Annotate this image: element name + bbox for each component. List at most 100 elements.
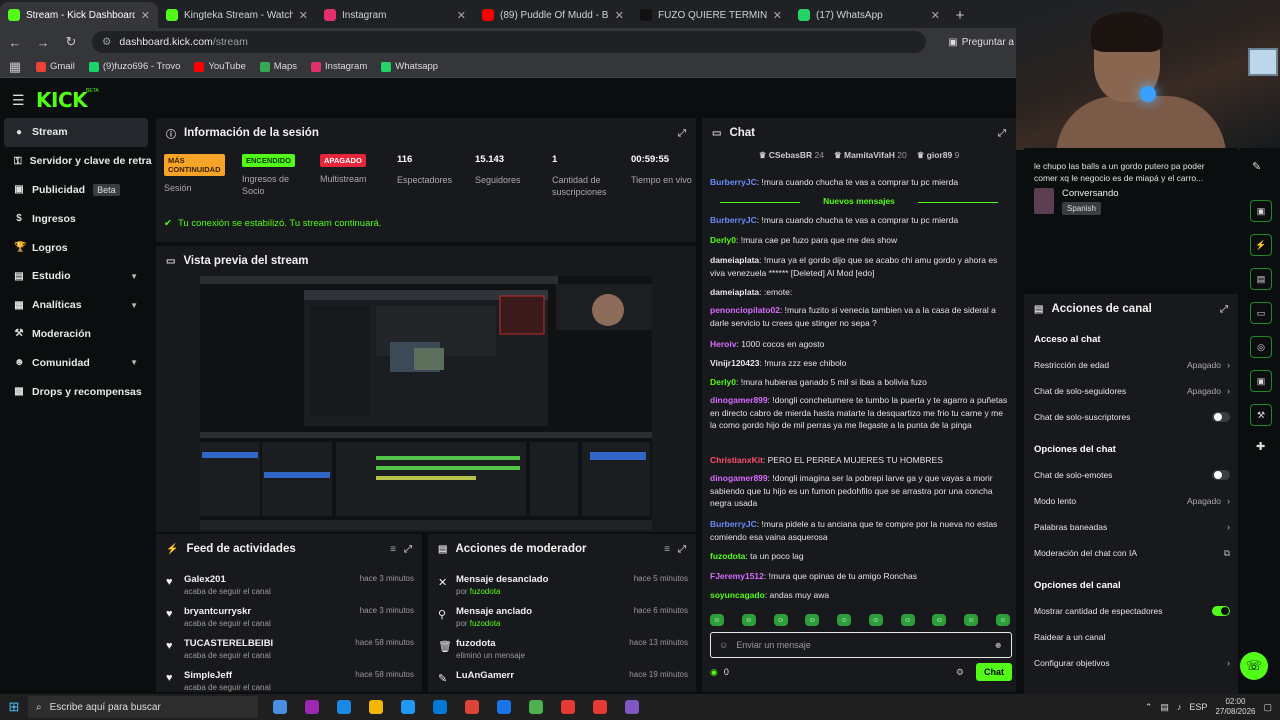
chat-username[interactable]: dinogamer899 (710, 473, 768, 483)
close-icon[interactable]: ✕ (773, 9, 782, 22)
chat-username[interactable]: Vinijr120423 (710, 358, 759, 368)
language-indicator[interactable]: ESP (1189, 702, 1207, 712)
channel-setting-row[interactable]: Mostrar cantidad de espectadores (1034, 604, 1230, 618)
close-icon[interactable]: ✕ (931, 9, 940, 22)
browser-tab[interactable]: Stream - Kick Dashboard ✕ (0, 2, 158, 28)
notifications-icon[interactable]: ▢ (1263, 702, 1272, 713)
close-icon[interactable]: ✕ (299, 9, 308, 22)
apps-grid-icon[interactable]: ▦ (8, 59, 22, 75)
expand-icon[interactable]: ⤢ (678, 544, 686, 555)
bookmark[interactable]: Whatsapp (381, 61, 438, 72)
gifter[interactable]: ♛ MamitaVifaH 20 (834, 150, 907, 166)
taskbar-app-icon[interactable] (264, 700, 296, 714)
network-icon[interactable]: ▤ (1160, 702, 1169, 713)
chat-username[interactable]: Heroiv (710, 339, 736, 349)
channel-setting-row[interactable]: Moderación del chat con IA ⧉ (1034, 546, 1230, 560)
target-icon[interactable]: ◎ (1250, 336, 1272, 358)
support-chat-button[interactable]: ☏ (1240, 652, 1268, 680)
volume-icon[interactable]: ♪ (1177, 702, 1182, 712)
chat-username[interactable]: dameiaplata (710, 287, 759, 297)
sidebar-item[interactable]: $ Ingresos (0, 204, 152, 233)
list-icon[interactable]: ▤ (1250, 268, 1272, 290)
taskbar-app-icon[interactable] (584, 700, 616, 714)
chevron-down-icon[interactable]: ▼ (130, 301, 138, 310)
site-info-icon[interactable]: ⚙ (102, 36, 111, 48)
bookmark[interactable]: YouTube (194, 61, 246, 72)
channel-setting-row[interactable]: Chat de solo-seguidores Apagado › (1034, 384, 1230, 398)
taskbar-search[interactable]: ⌕ Escribe aquí para buscar (28, 696, 258, 718)
moderator-name[interactable]: fuzodota (470, 587, 501, 596)
close-icon[interactable]: ✕ (457, 9, 466, 22)
feed-username[interactable]: Galex201 (184, 574, 226, 585)
chat-username[interactable]: penonciopilato02 (710, 305, 780, 315)
external-link-icon[interactable]: ⧉ (1224, 548, 1230, 559)
emote-picker-icon[interactable]: ☺ (719, 640, 728, 650)
address-bar[interactable]: ⚙ dashboard.kick.com/stream (92, 31, 927, 53)
chevron-right-icon[interactable]: › (1227, 360, 1230, 370)
chevron-down-icon[interactable]: ▼ (130, 272, 138, 281)
taskbar-app-icon[interactable] (616, 700, 648, 714)
close-icon[interactable]: ✕ (615, 9, 624, 22)
sidebar-item[interactable]: ▩ Drops y recompensas (0, 377, 152, 406)
lightning-icon[interactable]: ⚡ (1250, 234, 1272, 256)
browser-tab[interactable]: (17) WhatsApp ✕ (790, 2, 948, 28)
chevron-right-icon[interactable]: › (1227, 496, 1230, 506)
chat-input[interactable]: ☺ Enviar un mensaje ☻ (710, 632, 1012, 658)
close-icon[interactable]: ✕ (141, 9, 150, 22)
expand-icon[interactable]: ⤢ (678, 128, 686, 139)
emote-icon[interactable]: ☺ (964, 614, 979, 626)
conversation-card[interactable]: Conversando Spanish (1034, 188, 1119, 215)
chat-icon[interactable]: ▭ (1250, 302, 1272, 324)
sidebar-item[interactable]: ☻ Comunidad ▼ (0, 348, 152, 377)
chat-username[interactable]: BurberryJC (710, 519, 757, 529)
expand-icon[interactable]: ⤢ (998, 128, 1006, 139)
feed-username[interactable]: TUCASTERELBEIBI (184, 638, 273, 649)
channel-setting-row[interactable]: Chat de solo-suscriptores (1034, 410, 1230, 424)
emote-icon[interactable]: ☺ (995, 614, 1010, 626)
toggle-switch[interactable] (1212, 606, 1230, 616)
ask-button[interactable]: ▣ Preguntar a (948, 37, 1014, 48)
chat-username[interactable]: Derly0 (710, 235, 736, 245)
emote-icon[interactable]: ☺ (837, 614, 852, 626)
chevron-right-icon[interactable]: › (1227, 522, 1230, 532)
hammer-icon[interactable]: ⚒ (1250, 404, 1272, 426)
chat-username[interactable]: Derly0 (710, 377, 736, 387)
sidebar-item[interactable]: ⚒ Moderación (0, 320, 152, 349)
emote-icon[interactable]: ☺ (900, 614, 915, 626)
filter-icon[interactable]: ≡ (390, 544, 396, 555)
taskbar-app-icon[interactable] (296, 700, 328, 714)
channel-setting-row[interactable]: Palabras baneadas › (1034, 520, 1230, 534)
video-icon[interactable]: ▣ (1250, 200, 1272, 222)
chat-username[interactable]: BurberryJC (710, 215, 757, 225)
sidebar-item[interactable]: ▤ Estudio ▼ (0, 262, 152, 291)
kick-logo[interactable]: KICK (36, 88, 88, 112)
browser-tab[interactable]: Kingteka Stream - Watch Live o ✕ (158, 2, 316, 28)
chat-username[interactable]: ChristianxKit (710, 455, 763, 465)
chevron-right-icon[interactable]: › (1227, 386, 1230, 396)
puzzle-icon[interactable]: ✚ (1256, 440, 1265, 453)
sidebar-item[interactable]: ● Stream (4, 118, 148, 147)
taskbar-app-icon[interactable] (552, 700, 584, 714)
chevron-up-icon[interactable]: ⌃ (1145, 702, 1153, 713)
expand-icon[interactable]: ⤢ (1220, 304, 1228, 315)
bookmark[interactable]: (9)fuzo696 - Trovo (88, 61, 180, 72)
new-tab-button[interactable]: + (948, 7, 972, 28)
sidebar-item[interactable]: 🏆 Logros (0, 233, 152, 262)
forward-icon[interactable]: → (36, 35, 50, 50)
toggle-switch[interactable] (1212, 470, 1230, 480)
smile-icon[interactable]: ☻ (994, 640, 1003, 650)
taskbar-app-icon[interactable] (424, 700, 456, 714)
taskbar-app-icon[interactable] (520, 700, 552, 714)
sidebar-item[interactable]: ▦ Analíticas ▼ (0, 291, 152, 320)
channel-setting-row[interactable]: Configurar objetivos › (1034, 656, 1230, 670)
moderator-name[interactable]: fuzodota (470, 619, 501, 628)
bookmark[interactable]: Maps (259, 61, 297, 72)
chat-username[interactable]: FJeremy1512 (710, 571, 764, 581)
emote-icon[interactable]: ☺ (805, 614, 820, 626)
clock[interactable]: 02:00 27/08/2026 (1215, 697, 1255, 717)
chevron-down-icon[interactable]: ▼ (130, 358, 138, 367)
channel-setting-row[interactable]: Chat de solo-emotes (1034, 468, 1230, 482)
taskbar-app-icon[interactable] (328, 700, 360, 714)
bookmark[interactable]: Instagram (311, 61, 367, 72)
bookmark[interactable]: Gmail (36, 61, 75, 72)
